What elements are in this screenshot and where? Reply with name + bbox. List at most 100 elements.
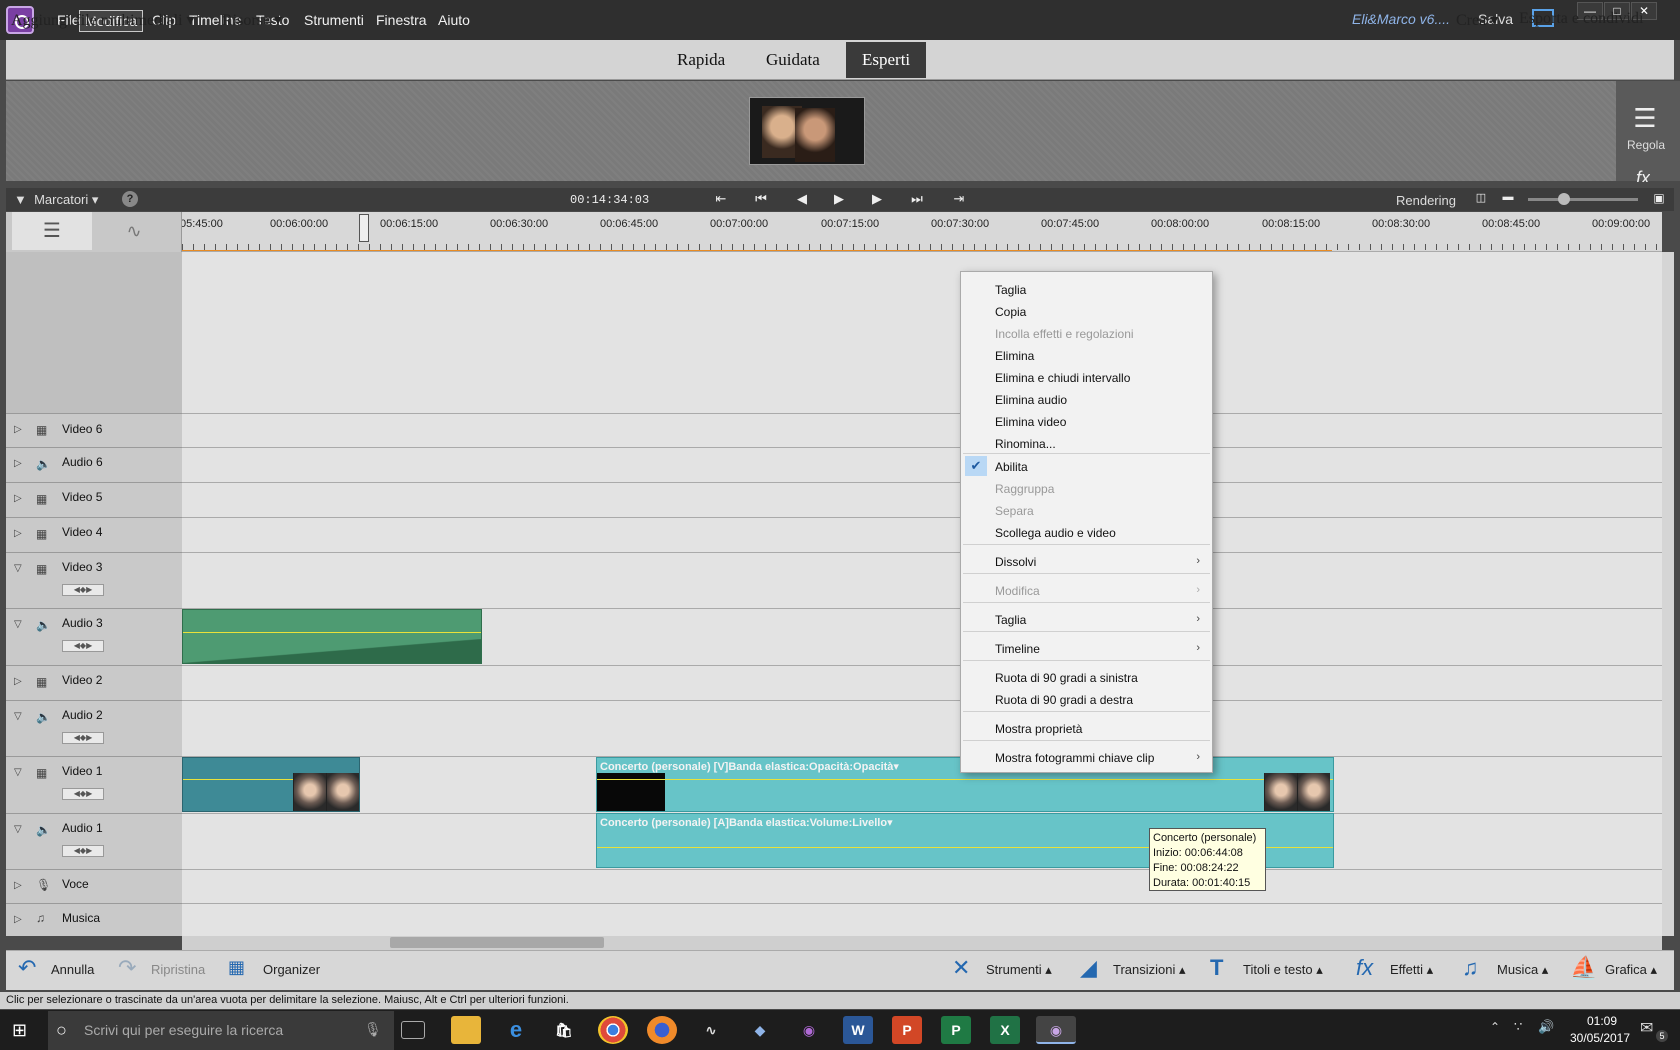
horizontal-scrollbar-thumb[interactable] <box>390 937 604 948</box>
firefox-icon[interactable] <box>647 1016 677 1044</box>
menu-item-dissolvi[interactable]: Dissolvi <box>995 555 1036 569</box>
play-icon[interactable]: ▶ <box>828 191 850 207</box>
markers-menu[interactable]: ▼ Marcatori ▾ <box>14 192 98 208</box>
effects-icon[interactable]: fx <box>1356 955 1373 981</box>
track-header-video-1[interactable]: ▽ ▦ Video 1 ◀◆▶ <box>6 756 182 813</box>
rendering-button[interactable]: Rendering <box>1396 193 1456 208</box>
keyframe-controls[interactable]: ◀◆▶ <box>62 584 104 596</box>
menu-item-elimina-chiudi[interactable]: Elimina e chiudi intervallo <box>995 371 1130 385</box>
undo-icon[interactable]: ↶ <box>18 955 36 981</box>
tab-rapida[interactable]: Rapida <box>661 42 741 78</box>
expand-icon[interactable]: ▷ <box>14 424 22 435</box>
video-clip-video1-start[interactable] <box>182 757 360 812</box>
effects-button[interactable]: Effetti ▴ <box>1390 962 1433 978</box>
windows-start-icon[interactable]: ⊞ <box>12 1020 32 1040</box>
expand-icon[interactable]: ▷ <box>14 676 22 687</box>
menu-item-copia[interactable]: Copia <box>995 305 1026 319</box>
menu-item-scollega[interactable]: Scollega audio e video <box>995 526 1116 540</box>
search-placeholder[interactable]: Scrivi qui per eseguire la ricerca <box>84 1022 283 1038</box>
menu-item-mostra-proprieta[interactable]: Mostra proprietà <box>995 722 1082 736</box>
edge-icon[interactable]: e <box>501 1016 531 1044</box>
app-icon[interactable]: ◆ <box>745 1016 775 1044</box>
next-edit-icon[interactable]: ⏭ <box>906 191 928 207</box>
powerpoint-icon[interactable]: P <box>892 1016 922 1044</box>
expand-icon[interactable]: ▷ <box>14 880 22 891</box>
volume-line[interactable] <box>183 632 481 633</box>
track-header-voice[interactable]: ▷ 🎙 Voce <box>6 869 182 903</box>
menu-strumenti[interactable]: Strumenti <box>299 10 369 30</box>
task-view-icon[interactable] <box>401 1021 425 1039</box>
notification-center-icon[interactable]: ✉ <box>1640 1018 1653 1038</box>
menu-item-rinomina[interactable]: Rinomina... <box>995 437 1056 451</box>
menu-item-elimina[interactable]: Elimina <box>995 349 1034 363</box>
cortana-icon[interactable]: ○ <box>56 1020 67 1041</box>
track-header-audio-3[interactable]: ▽ 🔈 Audio 3 ◀◆▶ <box>6 608 182 665</box>
track-header-audio-1[interactable]: ▽ 🔈 Audio 1 ◀◆▶ <box>6 813 182 869</box>
menu-finestra[interactable]: Finestra <box>371 10 432 30</box>
resources-menu[interactable]: Risorse ▾ <box>222 10 282 30</box>
music-icon[interactable]: ♫ <box>1462 955 1479 981</box>
menu-item-elimina-video[interactable]: Elimina video <box>995 415 1066 429</box>
zoom-in-icon[interactable]: ▣ <box>1648 191 1670 205</box>
go-to-start-icon[interactable]: ⇤ <box>710 191 732 207</box>
previous-edit-icon[interactable]: ⏮ <box>750 191 772 207</box>
network-icon[interactable]: ∵ <box>1514 1019 1522 1035</box>
expand-icon[interactable]: ▷ <box>14 493 22 504</box>
audio-view-icon[interactable]: ∿ <box>94 212 174 250</box>
track-header-audio-6[interactable]: ▷ 🔈 Audio 6 <box>6 447 182 482</box>
graphics-button[interactable]: Grafica ▴ <box>1605 962 1657 978</box>
clock-date[interactable]: 30/05/2017 <box>1560 1031 1640 1045</box>
expand-icon[interactable]: ▷ <box>14 528 22 539</box>
show-hidden-icons[interactable]: ⌃ <box>1490 1020 1500 1034</box>
excel-icon[interactable]: X <box>990 1016 1020 1044</box>
keyframe-controls[interactable]: ◀◆▶ <box>62 732 104 744</box>
collapse-icon[interactable]: ▽ <box>14 824 22 835</box>
time-ruler[interactable]: 05:45:00 00:06:00:00 00:06:15:00 00:06:3… <box>182 212 1662 252</box>
fx-icon[interactable]: fx <box>1636 168 1650 182</box>
clock-time[interactable]: 01:09 <box>1572 1014 1632 1028</box>
tab-guidata[interactable]: Guidata <box>750 42 836 78</box>
menu-item-taglia[interactable]: Taglia <box>995 283 1026 297</box>
create-menu[interactable]: Crea ▾ <box>1456 10 1498 30</box>
collapse-icon[interactable]: ▽ <box>14 563 22 574</box>
chrome-icon[interactable] <box>598 1016 628 1044</box>
menu-item-ruota-sinistra[interactable]: Ruota di 90 gradi a sinistra <box>995 671 1138 685</box>
timecode-display[interactable]: 00:14:34:03 <box>570 193 649 207</box>
transitions-icon[interactable]: ◢ <box>1080 955 1097 981</box>
microphone-icon[interactable]: 🎙 <box>364 1021 382 1038</box>
zoom-slider-handle[interactable] <box>1558 193 1570 205</box>
titles-button[interactable]: Titoli e testo ▴ <box>1243 962 1323 978</box>
tools-icon[interactable]: ✕ <box>952 955 970 981</box>
help-icon[interactable]: ? <box>122 191 138 207</box>
track-header-video-3[interactable]: ▽ ▦ Video 3 ◀◆▶ <box>6 552 182 608</box>
titles-icon[interactable]: T <box>1210 955 1223 981</box>
adjust-label[interactable]: Regola <box>1626 138 1666 152</box>
fit-timeline-icon[interactable]: ◫ <box>1470 191 1492 204</box>
menu-item-fotogrammi-chiave[interactable]: Mostra fotogrammi chiave clip <box>995 751 1154 765</box>
premiere-elements-taskbar-icon[interactable]: ◉ <box>1036 1016 1076 1044</box>
menu-aiuto[interactable]: Aiuto <box>433 10 475 30</box>
menu-item-abilita[interactable]: Abilita <box>995 460 1028 474</box>
file-explorer-icon[interactable] <box>451 1016 481 1044</box>
track-header-video-4[interactable]: ▷ ▦ Video 4 <box>6 517 182 552</box>
adjust-sliders-icon[interactable]: ☰ <box>1630 104 1660 132</box>
organizer-icon[interactable]: ▦ <box>228 957 245 978</box>
zoom-slider-track[interactable] <box>1528 198 1638 201</box>
menu-item-taglia-submenu[interactable]: Taglia <box>995 613 1026 627</box>
music-button[interactable]: Musica ▴ <box>1497 962 1548 978</box>
collapse-icon[interactable]: ▽ <box>14 767 22 778</box>
vertical-scrollbar[interactable] <box>1662 252 1674 936</box>
volume-icon[interactable]: 🔊 <box>1538 1019 1554 1035</box>
keyframe-controls[interactable]: ◀◆▶ <box>62 788 104 800</box>
go-to-end-icon[interactable]: ⇥ <box>948 191 970 207</box>
premiere-organizer-icon[interactable]: ◉ <box>794 1016 824 1044</box>
tab-esperti[interactable]: Esperti <box>846 42 927 78</box>
collapse-icon[interactable]: ▽ <box>14 711 22 722</box>
menu-item-elimina-audio[interactable]: Elimina audio <box>995 393 1067 407</box>
step-back-icon[interactable]: ◀ <box>791 191 813 207</box>
undo-button[interactable]: Annulla <box>51 962 94 977</box>
tools-button[interactable]: Strumenti ▴ <box>986 962 1052 978</box>
keyframe-controls[interactable]: ◀◆▶ <box>62 640 104 652</box>
step-forward-icon[interactable]: ▶ <box>866 191 888 207</box>
track-header-music[interactable]: ▷ ♫ Musica <box>6 903 182 936</box>
